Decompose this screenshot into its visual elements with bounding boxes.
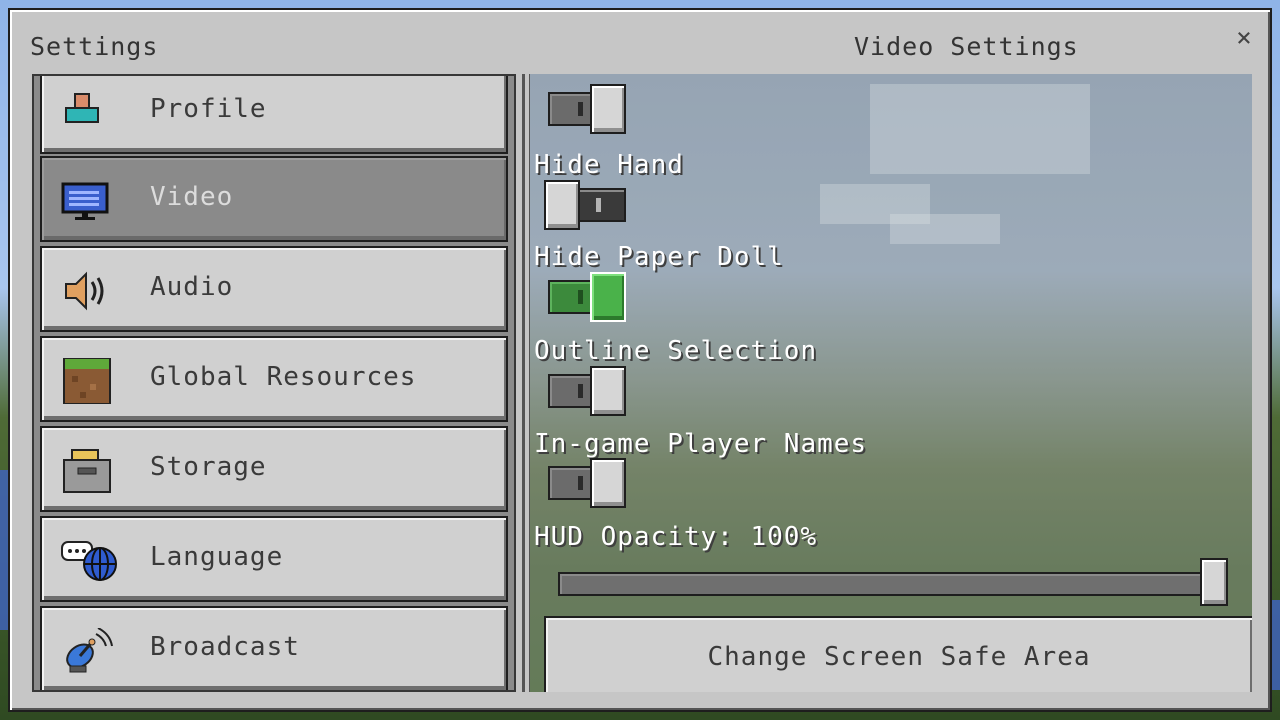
outline-selection-toggle[interactable] <box>548 366 626 416</box>
player-names-toggle[interactable] <box>548 458 626 508</box>
settings-window: Settings Video Settings × Profile Video <box>8 8 1272 712</box>
settings-title: Settings <box>30 32 159 61</box>
setting-label-player-names: In-game Player Names <box>534 429 868 459</box>
sidebar-item-profile[interactable]: Profile <box>40 76 508 154</box>
toggle-switch[interactable] <box>548 84 626 134</box>
settings-sidebar: Profile Video Audio Global Resources Sto… <box>32 74 516 692</box>
sidebar-item-language[interactable]: Language <box>40 516 508 602</box>
sidebar-item-video[interactable]: Video <box>40 156 508 242</box>
change-screen-safe-area-button[interactable]: Change Screen Safe Area <box>544 616 1252 692</box>
sidebar-item-label: Language <box>150 542 284 572</box>
satellite-dish-icon <box>66 628 113 673</box>
button-label: Change Screen Safe Area <box>707 642 1091 672</box>
background-cloud <box>890 214 1000 244</box>
setting-label-outline-selection: Outline Selection <box>534 336 818 366</box>
setting-label-hide-hand: Hide Hand <box>534 150 684 180</box>
close-icon[interactable]: × <box>1230 24 1258 52</box>
monitor-icon <box>61 182 109 220</box>
grass-block-icon <box>63 358 111 404</box>
slider-handle[interactable] <box>1200 558 1228 606</box>
sidebar-item-label: Audio <box>150 272 234 302</box>
speaker-icon <box>65 271 104 311</box>
storage-box-icon <box>63 449 111 493</box>
sidebar-item-storage[interactable]: Storage <box>40 426 508 512</box>
setting-label-hide-paper-doll: Hide Paper Doll <box>534 242 784 272</box>
title-bar: Settings Video Settings × <box>10 10 1270 74</box>
hide-paper-doll-toggle[interactable] <box>548 272 626 322</box>
hide-hand-toggle[interactable] <box>544 180 640 230</box>
sidebar-item-label: Video <box>150 182 234 212</box>
sidebar-item-label: Broadcast <box>150 632 300 662</box>
profile-icon <box>65 93 99 123</box>
video-settings-title: Video Settings <box>854 32 1079 61</box>
hud-opacity-label: HUD Opacity: 100% <box>534 522 818 552</box>
sidebar-item-label: Storage <box>150 452 267 482</box>
globe-chat-icon <box>61 541 117 581</box>
hud-opacity-slider[interactable] <box>558 558 1240 606</box>
sidebar-item-label: Profile <box>150 94 267 124</box>
slider-track <box>558 572 1228 596</box>
background-cloud <box>870 84 1090 174</box>
sidebar-item-audio[interactable]: Audio <box>40 246 508 332</box>
sidebar-item-global-resources[interactable]: Global Resources <box>40 336 508 422</box>
sidebar-item-broadcast[interactable]: Broadcast <box>40 606 508 690</box>
video-settings-panel: Hide Hand Hide Paper Doll Outline Select… <box>530 74 1252 692</box>
sidebar-item-label: Global Resources <box>150 362 417 392</box>
